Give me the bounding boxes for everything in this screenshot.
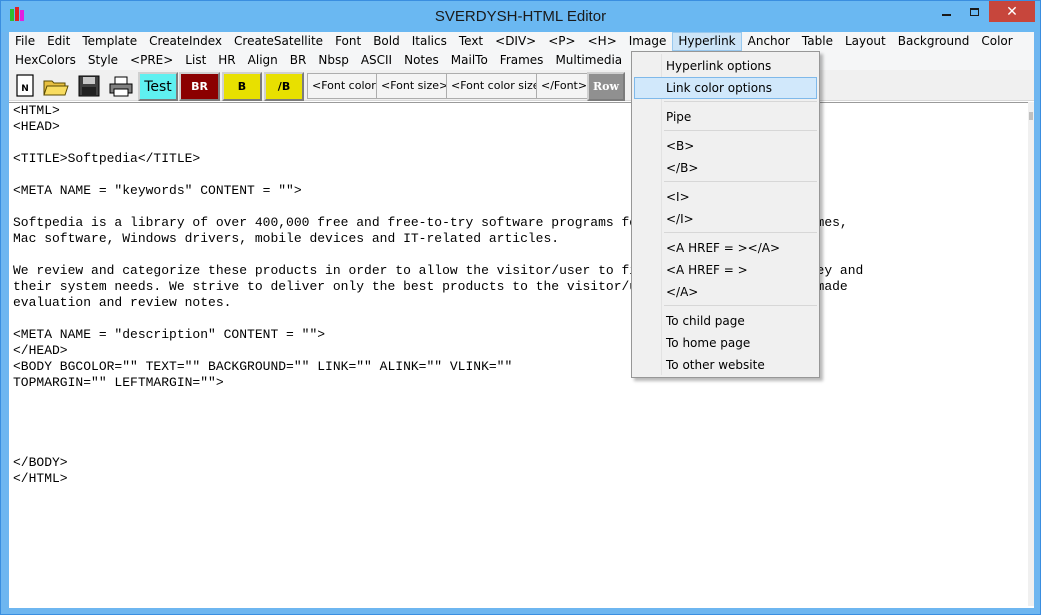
menu-item-notes[interactable]: Notes — [398, 51, 445, 70]
editor-textarea[interactable]: <HTML> <HEAD> <TITLE>Softpedia</TITLE> <MET… — [9, 102, 1031, 606]
open-folder-icon — [43, 80, 69, 96]
menu-item-layout[interactable]: Layout — [839, 32, 892, 51]
br-button[interactable]: BR — [179, 72, 220, 101]
menu-item-style[interactable]: Style — [82, 51, 124, 70]
maximize-icon — [970, 7, 979, 16]
printer-icon — [109, 76, 133, 97]
menu-separator — [664, 232, 817, 233]
menu-item-ascii[interactable]: ASCII — [355, 51, 398, 70]
dropdown-item-7[interactable]: </I> — [634, 208, 817, 230]
minimize-button[interactable] — [933, 1, 960, 22]
open-file-button[interactable] — [42, 72, 70, 100]
new-file-button[interactable]: N — [12, 72, 40, 100]
menu-separator — [664, 305, 817, 306]
test-button[interactable]: Test — [138, 72, 178, 101]
svg-text:N: N — [21, 84, 29, 94]
print-button[interactable] — [107, 72, 135, 100]
client-area: File Edit Template CreateIndex CreateSatelli… — [9, 32, 1034, 608]
scrollbar-thumb[interactable] — [1029, 112, 1033, 120]
dropdown-item-1[interactable]: Hyperlink options — [634, 55, 817, 77]
menu-row-2: HexColors Style <PRE> List HR Align BR Nbsp ASCI… — [9, 51, 665, 70]
menu-item-template[interactable]: Template — [76, 32, 143, 51]
dropdown-item-9[interactable]: <A HREF = > — [634, 259, 817, 281]
menu-separator — [664, 181, 817, 182]
dropdown-item-5[interactable]: </B> — [634, 157, 817, 179]
new-document-icon: N — [16, 74, 34, 97]
menu-item-h[interactable]: <H> — [582, 32, 623, 51]
editor-line: </BODY> — [13, 455, 68, 470]
menu-separator — [664, 130, 817, 131]
menu-item-multimedia[interactable]: Multimedia — [549, 51, 628, 70]
dropdown-item-4[interactable]: <B> — [634, 135, 817, 157]
font-size-button[interactable]: <Font size> — [376, 73, 454, 99]
toolbar: N Test BR B /B <Font color> <Font size> … — [9, 70, 1034, 101]
app-window: SVERDYSH-HTML Editor ✕ File Edit Template C… — [0, 0, 1041, 615]
menu-item-edit[interactable]: Edit — [41, 32, 76, 51]
dropdown-item-3[interactable]: Pipe — [634, 106, 817, 128]
dropdown-item-10[interactable]: </A> — [634, 281, 817, 303]
menu-bar: File Edit Template CreateIndex CreateSatelli… — [9, 32, 1034, 70]
menu-item-align[interactable]: Align — [242, 51, 284, 70]
end-font-button[interactable]: </Font> — [536, 73, 593, 99]
menu-item-image[interactable]: Image — [623, 32, 673, 51]
menu-item-hexcolors[interactable]: HexColors — [9, 51, 82, 70]
vertical-scrollbar[interactable] — [1028, 102, 1034, 606]
menu-item-italics[interactable]: Italics — [406, 32, 453, 51]
dropdown-item-6[interactable]: <I> — [634, 186, 817, 208]
dropdown-item-8[interactable]: <A HREF = ></A> — [634, 237, 817, 259]
menu-item-anchor[interactable]: Anchor — [742, 32, 796, 51]
menu-item-list[interactable]: List — [179, 51, 212, 70]
menu-item-createindex[interactable]: CreateIndex — [143, 32, 228, 51]
menu-item-nbsp[interactable]: Nbsp — [312, 51, 354, 70]
dropdown-item-12[interactable]: To home page — [634, 332, 817, 354]
menu-item-p[interactable]: <P> — [542, 32, 581, 51]
row-button[interactable]: Row — [587, 72, 625, 101]
menu-item-hr[interactable]: HR — [212, 51, 241, 70]
save-button[interactable] — [75, 72, 103, 100]
end-bold-button[interactable]: /B — [264, 72, 304, 101]
menu-item-mailto[interactable]: MailTo — [445, 51, 494, 70]
close-icon: ✕ — [1006, 3, 1018, 20]
maximize-button[interactable] — [961, 1, 988, 22]
dropdown-item-2[interactable]: Link color options — [634, 77, 817, 99]
close-button[interactable]: ✕ — [989, 1, 1035, 22]
menu-separator — [664, 101, 817, 102]
menu-item-createsatellite[interactable]: CreateSatellite — [228, 32, 329, 51]
minimize-icon — [942, 13, 951, 16]
menu-item-color[interactable]: Color — [975, 32, 1018, 51]
menu-item-bold[interactable]: Bold — [367, 32, 406, 51]
floppy-disk-icon — [78, 75, 100, 97]
bold-button[interactable]: B — [222, 72, 262, 101]
editor-line: </HTML> — [13, 471, 68, 486]
dropdown-item-11[interactable]: To child page — [634, 310, 817, 332]
menu-item-file[interactable]: File — [9, 32, 41, 51]
hyperlink-menu-dropdown: Hyperlink options Link color options Pipe <… — [631, 51, 820, 378]
menu-item-pre[interactable]: <PRE> — [124, 51, 179, 70]
menu-item-table[interactable]: Table — [796, 32, 839, 51]
menu-item-frames[interactable]: Frames — [494, 51, 550, 70]
dropdown-item-13[interactable]: To other website — [634, 354, 817, 376]
title-bar[interactable]: SVERDYSH-HTML Editor ✕ — [1, 1, 1040, 32]
menu-row-1: File Edit Template CreateIndex CreateSatelli… — [9, 32, 1019, 51]
menu-item-text[interactable]: Text — [453, 32, 489, 51]
menu-item-background[interactable]: Background — [892, 32, 976, 51]
window-title: SVERDYSH-HTML Editor — [434, 8, 607, 25]
menu-item-div[interactable]: <DIV> — [489, 32, 542, 51]
menu-item-hyperlink[interactable]: Hyperlink — [672, 32, 742, 51]
menu-item-br[interactable]: BR — [284, 51, 313, 70]
menu-item-font[interactable]: Font — [329, 32, 367, 51]
